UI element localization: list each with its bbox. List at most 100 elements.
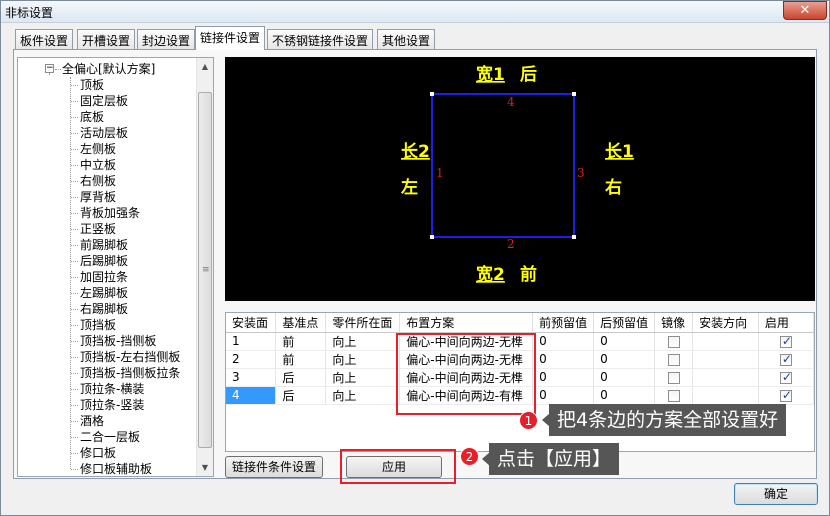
cell-direction[interactable] — [692, 332, 759, 351]
callout-step-1: 把4条边的方案全部设置好 — [549, 404, 787, 436]
tree-item[interactable]: 固定层板 — [80, 93, 128, 109]
tree-root[interactable]: 全偏心[默认方案] — [62, 61, 155, 77]
bottom-edge-label: 宽2 — [476, 264, 505, 285]
tree-item[interactable]: 酒格 — [80, 413, 104, 429]
mirror-checkbox[interactable] — [667, 353, 680, 366]
tree-item[interactable]: 顶拉条-横装 — [80, 381, 144, 397]
window-title: 非标设置 — [5, 6, 54, 20]
tree-item[interactable]: 顶挡板-左右挡侧板 — [80, 349, 180, 365]
tree-item[interactable]: 底板 — [80, 109, 104, 125]
col-header-side[interactable]: 零件所在面 — [325, 313, 401, 333]
tree-scrollbar[interactable]: ▲ ≡ ▼ — [196, 58, 213, 476]
cell-back-reserve[interactable]: 0 — [593, 386, 656, 405]
scroll-thumb[interactable]: ≡ — [198, 92, 212, 448]
cell-front-reserve[interactable]: 0 — [532, 386, 595, 405]
enabled-checkbox[interactable] — [779, 370, 792, 384]
cell-back-reserve[interactable]: 0 — [593, 332, 656, 351]
enabled-checkbox[interactable] — [779, 388, 792, 402]
tree-item[interactable]: 修口板辅助板 — [80, 461, 152, 476]
grip-icon: ≡ — [202, 265, 210, 275]
cell-ref[interactable]: 后 — [275, 368, 327, 387]
tree-item[interactable]: 左侧板 — [80, 141, 116, 157]
tree-item[interactable]: 右侧板 — [80, 173, 116, 189]
cell-face[interactable]: 2 — [226, 350, 277, 369]
top-edge-direction: 后 — [520, 65, 537, 85]
col-header-enabled[interactable]: 启用 — [758, 313, 815, 333]
edge-number-bottom: 2 — [507, 237, 515, 251]
col-header-mirror[interactable]: 镜像 — [654, 313, 694, 333]
board-tree[interactable]: − 全偏心[默认方案] 顶板 固定层板 底板 活动层板 左侧板 中立板 右侧板 厚背板 背板加强… — [17, 57, 214, 477]
cell-enabled — [758, 350, 815, 369]
tree-item[interactable]: 正竖板 — [80, 221, 116, 237]
mirror-checkbox[interactable] — [667, 389, 680, 402]
cell-face[interactable]: 4 — [226, 386, 277, 405]
corner-handle — [430, 92, 434, 96]
cell-back-reserve[interactable]: 0 — [593, 350, 656, 369]
bottom-edge-direction: 前 — [520, 264, 537, 285]
close-button[interactable]: ✕ — [783, 1, 827, 20]
tree-item[interactable]: 顶挡板-挡侧板 — [80, 333, 156, 349]
highlight-scheme-column — [396, 333, 536, 415]
tree-item[interactable]: 背板加强条 — [80, 205, 140, 221]
col-header-ref[interactable]: 基准点 — [275, 313, 327, 333]
cell-front-reserve[interactable]: 0 — [532, 350, 595, 369]
cell-side[interactable]: 向上 — [325, 386, 401, 405]
left-edge-label: 长2 — [401, 141, 430, 162]
collapse-icon[interactable]: − — [45, 64, 54, 73]
mirror-checkbox[interactable] — [667, 335, 680, 348]
mirror-checkbox[interactable] — [667, 371, 680, 384]
tab-steel-connector-settings[interactable]: 不锈钢链接件设置 — [267, 29, 374, 49]
tree-item[interactable]: 顶挡板-挡侧板拉条 — [80, 365, 180, 381]
col-header-direction[interactable]: 安装方向 — [692, 313, 759, 333]
title-bar: 非标设置 ✕ — [1, 1, 829, 23]
tree-item[interactable]: 中立板 — [80, 157, 116, 173]
cell-ref[interactable]: 后 — [275, 386, 327, 405]
scroll-down-icon[interactable]: ▼ — [197, 459, 213, 476]
corner-handle — [572, 235, 576, 239]
tree-item[interactable]: 修口板 — [80, 445, 116, 461]
tree-item[interactable]: 后踢脚板 — [80, 253, 128, 269]
tree-item[interactable]: 二合一层板 — [80, 429, 140, 445]
cell-face[interactable]: 3 — [226, 368, 277, 387]
cell-direction[interactable] — [692, 350, 759, 369]
cell-ref[interactable]: 前 — [275, 332, 327, 351]
tab-panel-settings[interactable]: 板件设置 — [15, 29, 74, 49]
cell-side[interactable]: 向上 — [325, 332, 401, 351]
highlight-apply-button — [340, 449, 456, 484]
tree-item[interactable]: 前踢脚板 — [80, 237, 128, 253]
cell-direction[interactable] — [692, 368, 759, 387]
col-header-back-reserve[interactable]: 后预留值 — [593, 313, 656, 333]
cell-front-reserve[interactable]: 0 — [532, 332, 595, 351]
tab-connector-settings[interactable]: 链接件设置 — [195, 26, 266, 50]
cell-face[interactable]: 1 — [226, 332, 277, 351]
cell-side[interactable]: 向上 — [325, 368, 401, 387]
tree-item[interactable]: 顶拉条-竖装 — [80, 397, 144, 413]
tab-edgeband-settings[interactable]: 封边设置 — [137, 29, 196, 49]
ok-button[interactable]: 确定 — [734, 483, 818, 505]
cell-ref[interactable]: 前 — [275, 350, 327, 369]
corner-handle — [572, 92, 576, 96]
scroll-up-icon[interactable]: ▲ — [197, 58, 213, 75]
tab-groove-settings[interactable]: 开槽设置 — [77, 29, 136, 49]
tree-item[interactable]: 右踢脚板 — [80, 301, 128, 317]
tree-item[interactable]: 左踢脚板 — [80, 285, 128, 301]
tree-item[interactable]: 厚背板 — [80, 189, 116, 205]
tree-item[interactable]: 加固拉条 — [80, 269, 128, 285]
tree-item[interactable]: 顶挡板 — [80, 317, 116, 333]
cell-mirror — [654, 332, 694, 351]
enabled-checkbox[interactable] — [779, 352, 792, 366]
col-header-face[interactable]: 安装面 — [226, 313, 277, 333]
cell-enabled — [758, 386, 815, 405]
connector-condition-button[interactable]: 链接件条件设置 — [225, 456, 323, 478]
enabled-checkbox[interactable] — [779, 334, 792, 348]
cell-back-reserve[interactable]: 0 — [593, 368, 656, 387]
col-header-front-reserve[interactable]: 前预留值 — [532, 313, 595, 333]
tree-item[interactable]: 顶板 — [80, 77, 104, 93]
cell-mirror — [654, 368, 694, 387]
cell-front-reserve[interactable]: 0 — [532, 368, 595, 387]
tree-item[interactable]: 活动层板 — [80, 125, 128, 141]
tab-other-settings[interactable]: 其他设置 — [377, 29, 436, 49]
col-header-scheme[interactable]: 布置方案 — [399, 313, 534, 333]
cell-side[interactable]: 向上 — [325, 350, 401, 369]
cell-direction[interactable] — [692, 386, 759, 405]
